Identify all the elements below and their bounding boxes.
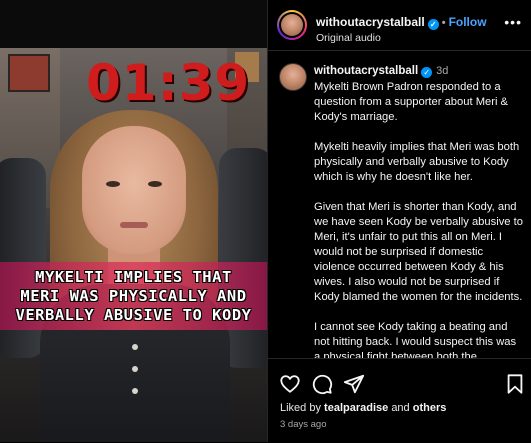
verified-icon: ✓ xyxy=(427,19,439,30)
author-username[interactable]: withoutacrystalball xyxy=(316,15,425,29)
comment-header: withoutacrystalball ✓ 3d xyxy=(314,65,448,78)
verified-icon: ✓ xyxy=(421,67,433,78)
wall-art xyxy=(8,54,50,92)
person-eye xyxy=(148,181,162,187)
comment-paragraph: Mykelti heavily implies that Meri was bo… xyxy=(314,141,520,183)
countdown-timer: 01:39 xyxy=(86,54,251,112)
audio-link[interactable]: Original audio xyxy=(316,32,381,44)
liked-others[interactable]: others xyxy=(413,402,447,414)
share-icon[interactable] xyxy=(343,373,365,395)
shirt-button xyxy=(132,366,138,372)
more-icon[interactable]: ••• xyxy=(504,14,522,30)
separator-dot: • xyxy=(441,17,446,29)
author-line: withoutacrystalball ✓ • Follow xyxy=(316,15,487,30)
comment-body: Mykelti Brown Padron responded to a ques… xyxy=(314,80,524,358)
comment-paragraph: Mykelti Brown Padron responded to a ques… xyxy=(314,81,509,123)
shirt-button xyxy=(132,388,138,394)
person-mouth xyxy=(120,222,148,228)
post-panel: withoutacrystalball ✓ • Follow Original aud… xyxy=(267,0,531,442)
liked-user[interactable]: tealparadise xyxy=(324,402,388,414)
comment-username[interactable]: withoutacrystalball xyxy=(314,65,418,77)
caption-comment: withoutacrystalball ✓ 3d Mykelti Brown Pad… xyxy=(268,51,531,358)
shirt-button xyxy=(132,344,138,350)
person-eye xyxy=(106,181,120,187)
follow-button[interactable]: Follow xyxy=(449,15,487,29)
post-time: 3 days ago xyxy=(280,419,327,430)
caption-line: VERBALLY ABUSIVE TO KODY xyxy=(15,305,252,324)
liked-and: and xyxy=(391,402,410,414)
comment-time: 3d xyxy=(436,65,449,77)
video-caption: MYKELTI IMPLIES THAT MERI WAS PHYSICALLY… xyxy=(0,262,267,330)
likes-summary: Liked by tealparadise and others xyxy=(280,402,446,414)
post-header: withoutacrystalball ✓ • Follow Original aud… xyxy=(268,0,531,51)
bookmark-icon[interactable] xyxy=(504,373,526,395)
author-avatar[interactable] xyxy=(277,10,307,40)
caption-line: MERI WAS PHYSICALLY AND xyxy=(20,286,247,305)
comment-avatar[interactable] xyxy=(279,63,307,91)
person-face xyxy=(82,126,186,254)
heart-icon[interactable] xyxy=(279,373,301,395)
liked-prefix: Liked by xyxy=(280,402,321,414)
comment-paragraph: Given that Meri is shorter than Kody, an… xyxy=(314,201,523,303)
comment-paragraph: I cannot see Kody taking a beating and n… xyxy=(314,321,517,358)
caption-line: MYKELTI IMPLIES THAT xyxy=(35,267,232,286)
video-player[interactable]: 01:39 MYKELTI IMPLIES THAT MERI WAS PHYS… xyxy=(0,0,267,442)
post-actions: Liked by tealparadise and others 3 days … xyxy=(268,358,531,443)
comment-icon[interactable] xyxy=(311,373,333,395)
